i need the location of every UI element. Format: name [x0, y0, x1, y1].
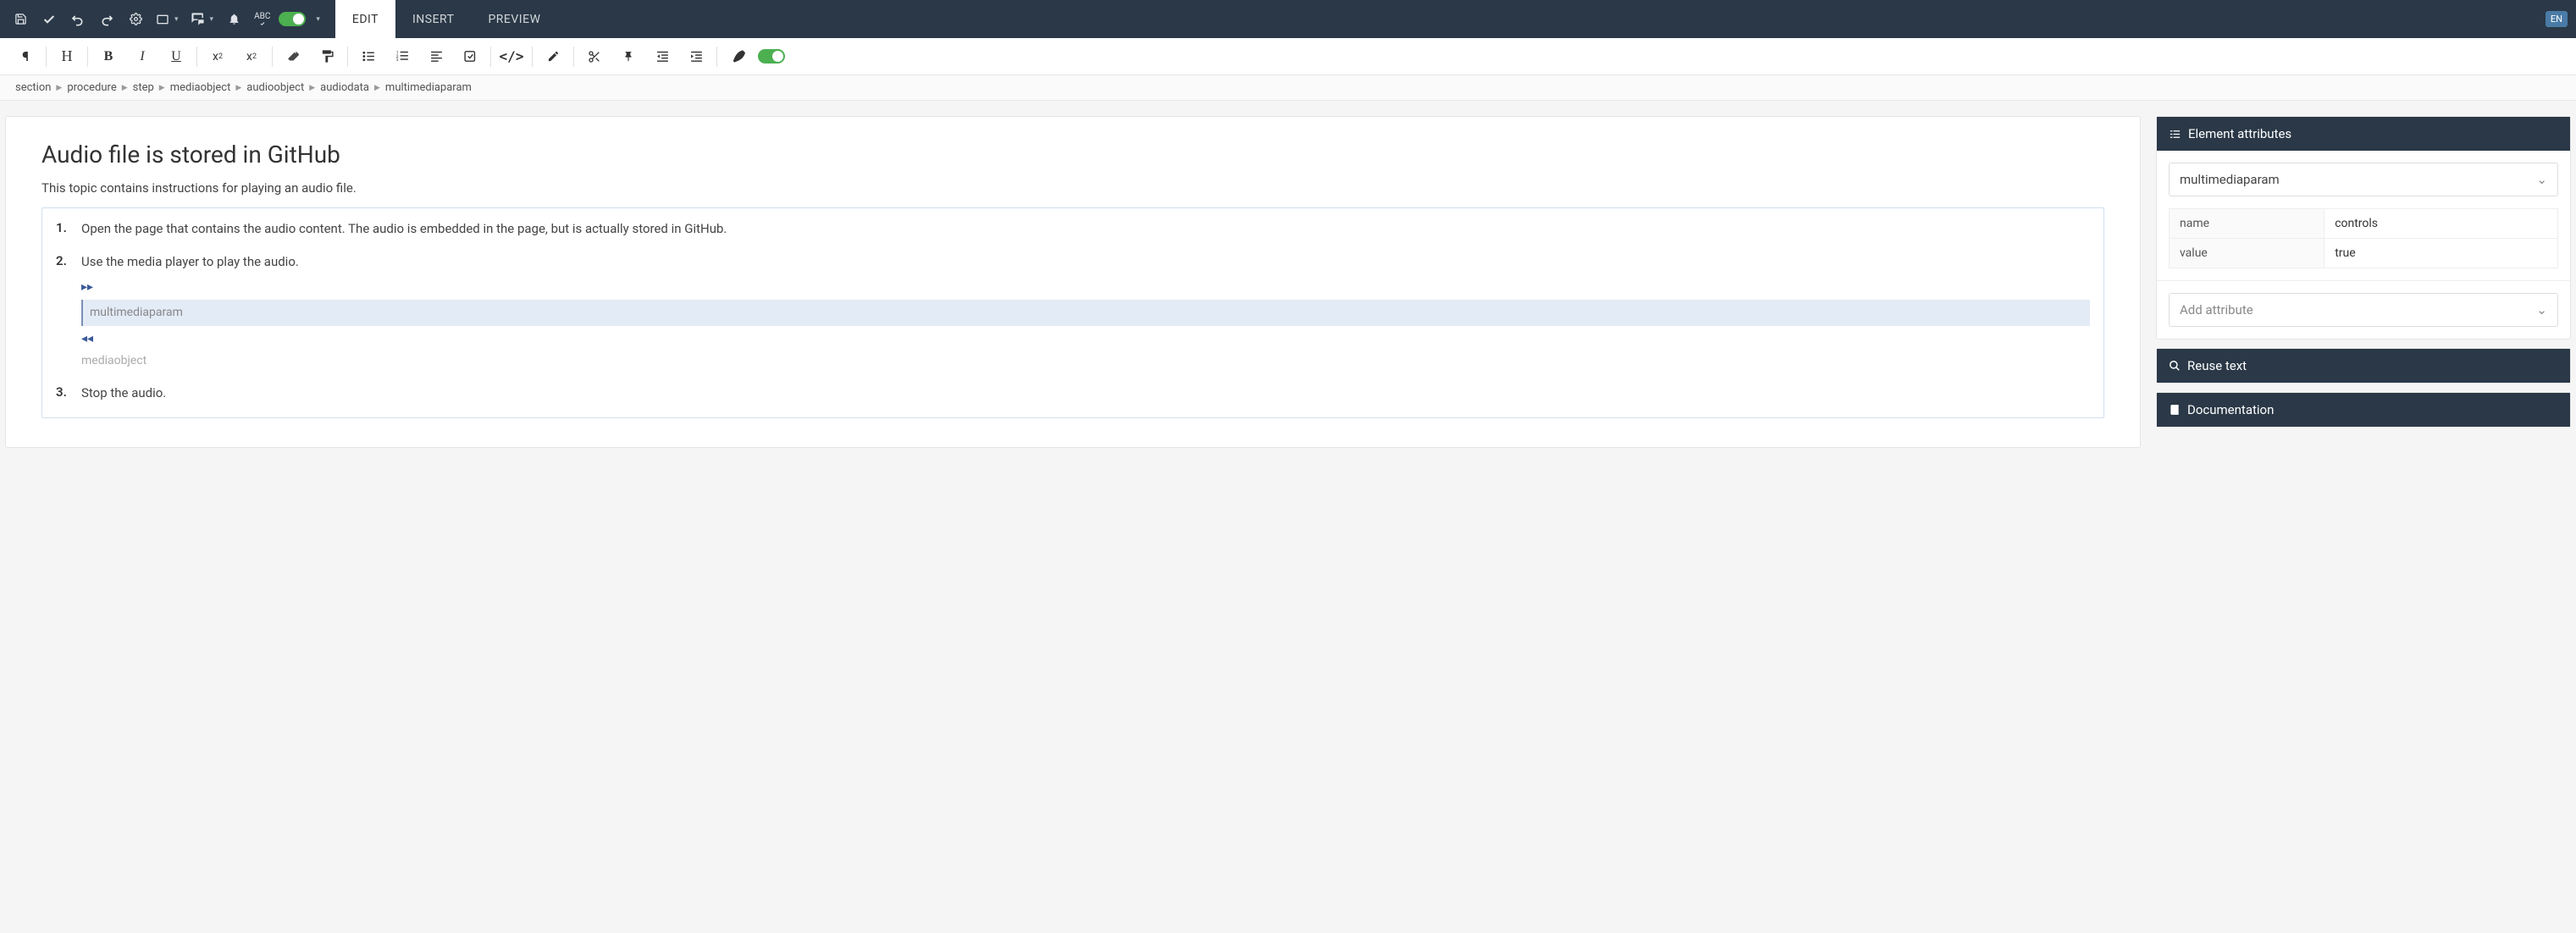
format-toolbar: ¶ H B I U x2 x2 123 </> — [0, 38, 2576, 75]
step-3[interactable]: 3. Stop the audio. — [56, 384, 2090, 402]
step-number: 1. — [56, 220, 81, 238]
crumb-procedure[interactable]: procedure — [67, 81, 116, 94]
attribute-table: name controls value true — [2169, 208, 2558, 268]
save-button[interactable] — [7, 6, 34, 33]
attr-value[interactable]: controls — [2324, 209, 2557, 238]
step-text[interactable]: Stop the audio. — [81, 384, 2090, 402]
crumb-section[interactable]: section — [15, 81, 51, 94]
align-button[interactable] — [419, 41, 453, 72]
underline-button[interactable]: U — [159, 41, 193, 72]
undo-button[interactable] — [64, 6, 91, 33]
doc-intro[interactable]: This topic contains instructions for pla… — [41, 180, 2104, 196]
bullet-list-button[interactable] — [351, 41, 385, 72]
viewport-button[interactable]: ▾ — [151, 6, 184, 33]
close-tag-marker-icon: ◂◂ — [81, 331, 2090, 348]
breadcrumb-sep-icon: ▶ — [56, 84, 62, 92]
panel-title: Reuse text — [2187, 358, 2247, 373]
redo-button[interactable] — [93, 6, 120, 33]
paragraph-mark-button[interactable]: ¶ — [8, 41, 42, 72]
crumb-audioobject[interactable]: audioobject — [246, 81, 304, 94]
step-number: 2. — [56, 253, 81, 369]
step-2[interactable]: 2. Use the media player to play the audi… — [56, 253, 2090, 369]
settings-button[interactable] — [122, 6, 149, 33]
documentation-header[interactable]: Documentation — [2157, 393, 2570, 427]
notifications-button[interactable] — [220, 6, 247, 33]
element-attributes-header[interactable]: Element attributes — [2157, 117, 2570, 151]
step-text[interactable]: Use the media player to play the audio. — [81, 253, 2090, 271]
add-attribute-placeholder: Add attribute — [2180, 302, 2253, 317]
attr-row[interactable]: value true — [2170, 239, 2557, 268]
eraser-button[interactable] — [276, 41, 310, 72]
add-attribute-select[interactable]: Add attribute ⌄ — [2169, 293, 2558, 327]
svg-text:3: 3 — [395, 58, 398, 63]
book-icon — [2169, 404, 2181, 416]
chevron-down-icon: ⌄ — [2536, 302, 2547, 317]
editor-pane[interactable]: Audio file is stored in GitHub This topi… — [5, 116, 2141, 448]
reuse-text-header[interactable]: Reuse text — [2157, 349, 2570, 383]
quill-button[interactable] — [721, 41, 755, 72]
code-button[interactable]: </> — [495, 41, 528, 72]
author-mode-toggle[interactable] — [758, 49, 785, 63]
chevron-down-icon: ▾ — [210, 15, 214, 24]
breadcrumb: section ▶ procedure ▶ step ▶ mediaobject… — [0, 75, 2576, 101]
list-icon — [2169, 128, 2181, 141]
superscript-button[interactable]: x2 — [201, 41, 235, 72]
step-text[interactable]: Open the page that contains the audio co… — [81, 220, 2090, 238]
open-tag-marker-icon: ▸▸ — [81, 279, 2090, 296]
checklist-button[interactable] — [453, 41, 487, 72]
breadcrumb-sep-icon: ▶ — [374, 84, 380, 92]
mediaobject-label: mediaobject — [81, 353, 2090, 370]
cut-button[interactable] — [578, 41, 611, 72]
attr-row[interactable]: name controls — [2170, 209, 2557, 239]
procedure-block: 1. Open the page that contains the audio… — [41, 207, 2104, 418]
edit-pencil-button[interactable] — [536, 41, 570, 72]
top-toolbar: ▾ ▾ ABC ▾ EDIT INSERT PREVIEW EN — [0, 0, 2576, 38]
reuse-text-panel: Reuse text — [2156, 348, 2571, 384]
multimediaparam-field[interactable]: multimediaparam — [81, 300, 2090, 327]
language-badge[interactable]: EN — [2546, 11, 2568, 27]
italic-button[interactable]: I — [125, 41, 159, 72]
attr-key: name — [2170, 209, 2324, 238]
breadcrumb-sep-icon: ▶ — [309, 84, 315, 92]
tab-edit[interactable]: EDIT — [335, 0, 395, 38]
check-button[interactable] — [36, 6, 63, 33]
crumb-step[interactable]: step — [133, 81, 154, 94]
doc-title[interactable]: Audio file is stored in GitHub — [41, 141, 2104, 168]
search-icon — [2169, 360, 2181, 372]
attr-value[interactable]: true — [2324, 239, 2557, 268]
format-painter-button[interactable] — [310, 41, 344, 72]
numbered-list-button[interactable]: 123 — [385, 41, 419, 72]
side-panel: Element attributes multimediaparam ⌄ nam… — [2156, 116, 2571, 448]
comments-button[interactable]: ▾ — [185, 6, 219, 33]
step-number: 3. — [56, 384, 81, 402]
spellcheck-toggle[interactable]: ABC ▾ — [249, 6, 325, 33]
heading-button[interactable]: H — [50, 41, 84, 72]
element-select[interactable]: multimediaparam ⌄ — [2169, 163, 2558, 196]
panel-title: Element attributes — [2188, 126, 2291, 141]
documentation-panel: Documentation — [2156, 392, 2571, 428]
crumb-audiodata[interactable]: audiodata — [320, 81, 369, 94]
element-select-value: multimediaparam — [2180, 172, 2280, 187]
bold-button[interactable]: B — [91, 41, 125, 72]
crumb-multimediaparam[interactable]: multimediaparam — [385, 81, 472, 94]
tab-insert[interactable]: INSERT — [395, 0, 472, 38]
indent-button[interactable] — [679, 41, 713, 72]
tab-preview[interactable]: PREVIEW — [471, 0, 557, 38]
subscript-button[interactable]: x2 — [235, 41, 268, 72]
outdent-button[interactable] — [645, 41, 679, 72]
breadcrumb-sep-icon: ▶ — [235, 84, 241, 92]
breadcrumb-sep-icon: ▶ — [122, 84, 128, 92]
step-1[interactable]: 1. Open the page that contains the audio… — [56, 220, 2090, 238]
pin-button[interactable] — [611, 41, 645, 72]
chevron-down-icon: ▾ — [316, 15, 320, 24]
panel-title: Documentation — [2187, 402, 2274, 417]
element-attributes-panel: Element attributes multimediaparam ⌄ nam… — [2156, 116, 2571, 340]
breadcrumb-sep-icon: ▶ — [159, 84, 165, 92]
crumb-mediaobject[interactable]: mediaobject — [170, 81, 231, 94]
chevron-down-icon: ⌄ — [2536, 172, 2547, 187]
chevron-down-icon: ▾ — [174, 15, 179, 24]
toggle-switch[interactable] — [279, 12, 306, 26]
attr-key: value — [2170, 239, 2324, 268]
